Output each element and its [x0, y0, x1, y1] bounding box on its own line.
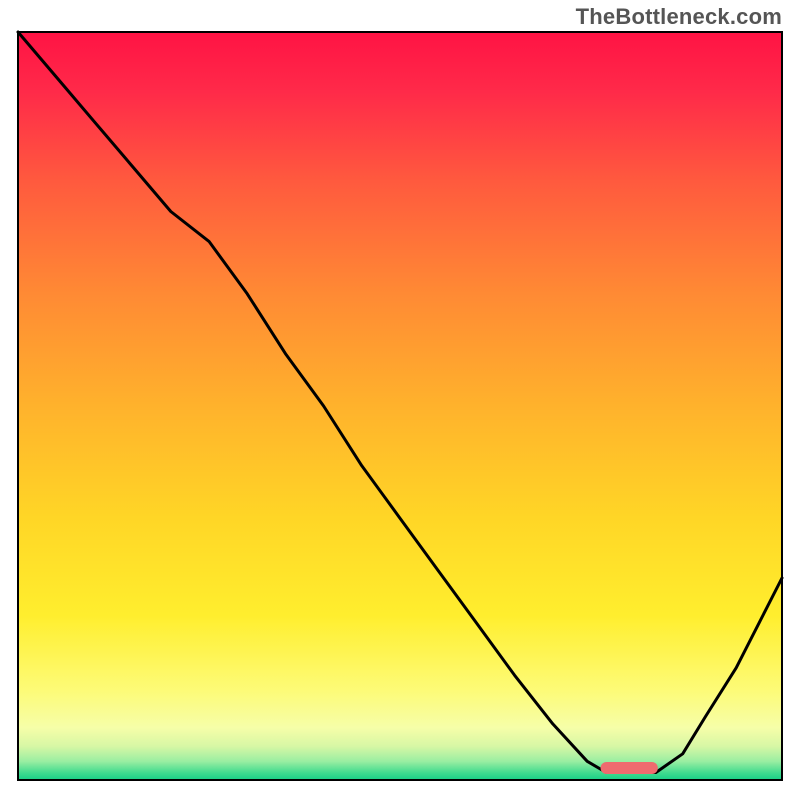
- chart-canvas: [0, 0, 800, 800]
- watermark-text: TheBottleneck.com: [576, 4, 782, 30]
- optimum-marker: [601, 762, 658, 774]
- plot-area: [18, 32, 782, 780]
